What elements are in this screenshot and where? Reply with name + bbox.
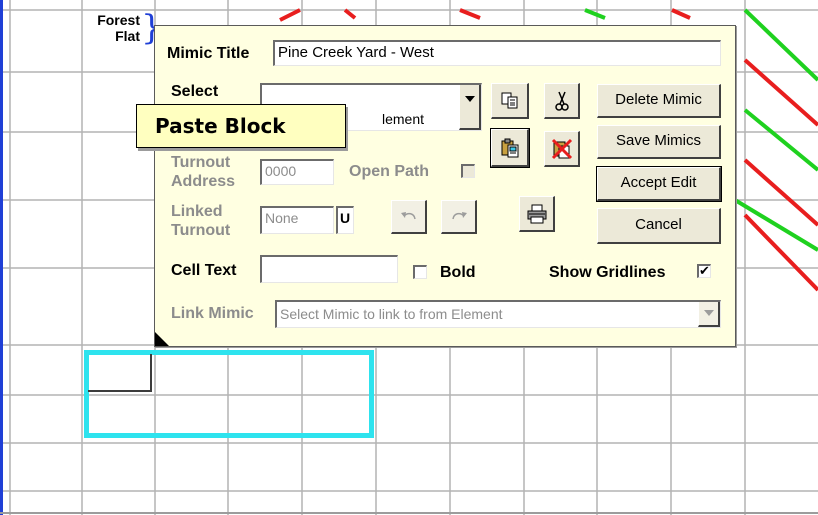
element-select-value: lement bbox=[382, 111, 425, 127]
mimic-edit-dialog: Mimic Title Pine Creek Yard - West Selec… bbox=[154, 25, 736, 347]
red-track-segment[interactable] bbox=[459, 8, 481, 20]
paste-icon bbox=[501, 138, 518, 157]
show-gridlines-checkbox[interactable]: ✔ bbox=[697, 264, 711, 278]
map-label-line1: Forest bbox=[97, 12, 140, 28]
red-track-segment[interactable] bbox=[343, 8, 357, 20]
map-label-line2: Flat bbox=[115, 28, 140, 44]
open-path-label: Open Path bbox=[349, 163, 430, 180]
chevron-down-icon bbox=[465, 96, 475, 102]
mimic-title-input[interactable]: Pine Creek Yard - West bbox=[273, 40, 721, 66]
selection-anchor-marker bbox=[88, 354, 152, 392]
link-mimic-arrow[interactable] bbox=[698, 302, 720, 327]
linked-turnout-label-line1: Linked bbox=[171, 203, 223, 220]
printer-icon bbox=[527, 204, 546, 223]
green-track-segment[interactable] bbox=[733, 198, 818, 252]
select-label: Select bbox=[171, 83, 219, 100]
red-track-segment[interactable] bbox=[279, 8, 301, 22]
chevron-down-icon bbox=[704, 310, 714, 316]
paste-block-tooltip: Paste Block bbox=[136, 104, 346, 148]
link-mimic-dropdown[interactable]: Select Mimic to link to from Element bbox=[275, 300, 721, 328]
copy-icon bbox=[501, 92, 517, 108]
accept-edit-button[interactable]: Accept Edit bbox=[596, 166, 722, 202]
scissors-icon bbox=[554, 91, 569, 111]
linked-turnout-input[interactable]: None bbox=[260, 206, 334, 234]
checkmark-icon: ✔ bbox=[699, 263, 710, 278]
mimic-title-label: Mimic Title bbox=[167, 45, 250, 62]
undo-button[interactable] bbox=[391, 200, 427, 234]
map-label-forest-flat: Forest Flat bbox=[88, 12, 140, 44]
open-path-checkbox[interactable] bbox=[461, 164, 475, 178]
cell-text-input[interactable] bbox=[260, 255, 398, 283]
linked-turnout-label-line2: Turnout bbox=[171, 222, 231, 239]
turnout-address-label-line2: Address bbox=[171, 173, 236, 190]
dialog-resize-corner bbox=[155, 332, 169, 346]
red-track-segment[interactable] bbox=[671, 8, 691, 20]
undo-icon bbox=[400, 211, 416, 219]
paste-block-button[interactable] bbox=[490, 128, 530, 168]
green-track-segment[interactable] bbox=[743, 108, 818, 172]
save-mimics-button[interactable]: Save Mimics bbox=[597, 125, 721, 159]
red-track-segment[interactable] bbox=[743, 158, 818, 227]
green-track-segment[interactable] bbox=[584, 8, 606, 20]
turnout-address-label-line1: Turnout bbox=[171, 154, 231, 171]
print-button[interactable] bbox=[519, 196, 555, 232]
linked-turnout-suffix-field[interactable]: U bbox=[336, 206, 354, 234]
turnout-address-input[interactable]: 0000 bbox=[260, 159, 334, 185]
redo-icon bbox=[451, 211, 467, 219]
cancel-button[interactable]: Cancel bbox=[597, 208, 721, 244]
delete-block-button[interactable] bbox=[544, 131, 580, 167]
bold-checkbox[interactable] bbox=[413, 265, 427, 279]
delete-mimic-button[interactable]: Delete Mimic bbox=[597, 84, 721, 118]
linked-turnout-label: Linked Turnout bbox=[171, 202, 230, 240]
link-mimic-label: Link Mimic bbox=[171, 305, 254, 322]
bold-label: Bold bbox=[440, 264, 476, 281]
grid-left-border bbox=[0, 0, 3, 515]
cell-text-label: Cell Text bbox=[171, 262, 237, 279]
delete-block-icon bbox=[551, 138, 572, 159]
cut-block-button[interactable] bbox=[544, 83, 580, 119]
element-select-arrow[interactable] bbox=[459, 85, 481, 130]
turnout-address-label: Turnout Address bbox=[171, 153, 235, 191]
link-mimic-value: Select Mimic to link to from Element bbox=[280, 306, 503, 322]
copy-block-button[interactable] bbox=[491, 83, 529, 119]
redo-button[interactable] bbox=[441, 200, 477, 234]
show-gridlines-label: Show Gridlines bbox=[549, 264, 666, 281]
